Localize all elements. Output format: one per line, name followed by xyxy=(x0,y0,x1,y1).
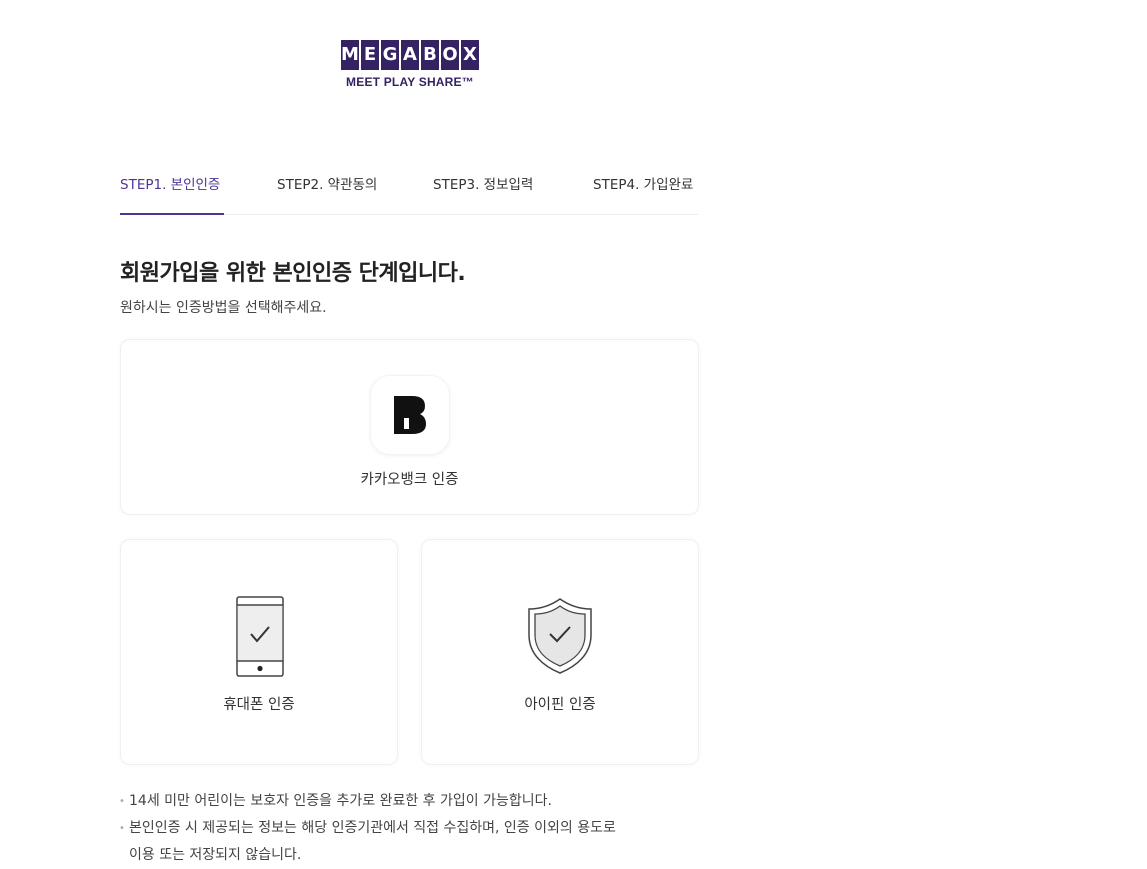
page-subtitle: 원하시는 인증방법을 선택해주세요. xyxy=(120,300,327,316)
logo-letter: A xyxy=(401,40,419,70)
signup-steps: STEP1. 본인인증 STEP2. 약관동의 STEP3. 정보입력 STEP… xyxy=(120,166,698,215)
notice-text: 본인인증 시 제공되는 정보는 해당 인증기관에서 직접 수집하며, 인증 이외… xyxy=(129,820,616,836)
phone-verification-button[interactable]: 휴대폰 인증 xyxy=(120,539,398,765)
ipin-verification-label: 아이핀 인증 xyxy=(524,697,596,713)
page-title: 회원가입을 위한 본인인증 단계입니다. xyxy=(120,261,466,286)
step-3-information-entry: STEP3. 정보입력 xyxy=(433,177,534,193)
step-1-identity-verification: STEP1. 본인인증 xyxy=(120,173,224,215)
ipin-verification-button[interactable]: 아이핀 인증 xyxy=(421,539,699,765)
kakaobank-verification-button[interactable]: 카카오뱅크 인증 xyxy=(120,339,699,515)
logo-letter: E xyxy=(361,40,379,70)
logo-wordmark: M E G A B O X xyxy=(330,40,490,70)
step-4-signup-complete: STEP4. 가입완료 xyxy=(593,177,694,193)
kakaobank-icon xyxy=(370,375,450,455)
notice-text: 14세 미만 어린이는 보호자 인증을 추가로 완료한 후 가입이 가능합니다. xyxy=(129,793,552,809)
phone-verification-label: 휴대폰 인증 xyxy=(223,697,295,713)
shield-check-icon xyxy=(528,598,592,674)
logo-letter: O xyxy=(441,40,459,70)
logo-letter: X xyxy=(461,40,479,70)
logo-letter: M xyxy=(341,40,359,70)
kakaobank-verification-label: 카카오뱅크 인증 xyxy=(360,472,459,488)
notice-text-continued: 이용 또는 저장되지 않습니다. xyxy=(129,847,302,863)
logo-letter: B xyxy=(421,40,439,70)
megabox-logo[interactable]: M E G A B O X MEET PLAY SHARE™ xyxy=(330,40,490,89)
step-2-terms-agreement: STEP2. 약관동의 xyxy=(277,177,378,193)
bullet-icon: • xyxy=(119,823,125,834)
logo-tagline: MEET PLAY SHARE™ xyxy=(346,75,474,89)
notice-item: • 14세 미만 어린이는 보호자 인증을 추가로 완료한 후 가입이 가능합니… xyxy=(119,788,719,815)
notice-list: • 14세 미만 어린이는 보호자 인증을 추가로 완료한 후 가입이 가능합니… xyxy=(119,788,719,869)
notice-item: • 본인인증 시 제공되는 정보는 해당 인증기관에서 직접 수집하며, 인증 … xyxy=(119,815,719,869)
bullet-icon: • xyxy=(119,796,125,807)
mobile-phone-icon xyxy=(236,596,284,677)
logo-letter: G xyxy=(381,40,399,70)
